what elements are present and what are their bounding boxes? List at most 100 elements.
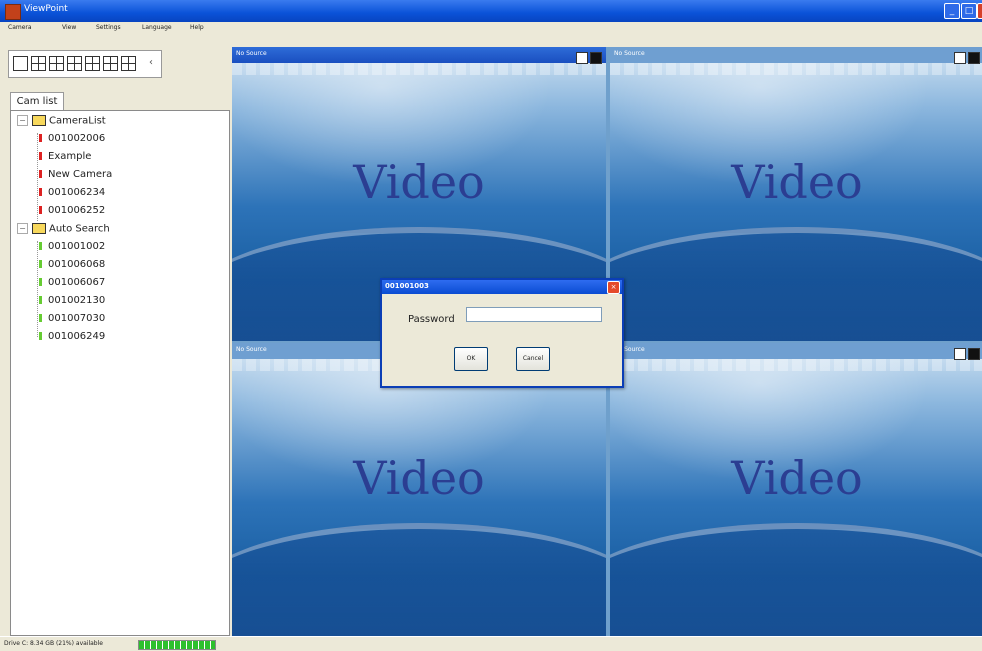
- drive-space-progress-fill: [139, 641, 215, 649]
- tree-item-camera[interactable]: Example: [39, 151, 91, 167]
- drive-status-text: Drive C: 8.34 GB (21%) available: [4, 640, 103, 647]
- camera-offline-icon: [39, 206, 42, 214]
- camera-online-icon: [39, 260, 42, 268]
- video-placeholder-text: Video: [353, 155, 485, 209]
- cancel-button[interactable]: Cancel: [516, 347, 550, 371]
- layout-2x2-button[interactable]: [31, 56, 46, 71]
- dialog-close-button[interactable]: ×: [607, 281, 620, 294]
- snapshot-icon[interactable]: [576, 52, 588, 64]
- camera-offline-icon: [39, 134, 42, 142]
- pane-decoration: [610, 523, 982, 637]
- close-button[interactable]: ×: [977, 3, 982, 19]
- record-icon[interactable]: [968, 52, 980, 64]
- tree-item-camera[interactable]: 001006252: [39, 205, 105, 221]
- layout-toolbar: ‹: [8, 50, 162, 78]
- camera-label: 001002006: [48, 133, 106, 144]
- menu-language[interactable]: Language: [142, 24, 172, 31]
- camera-tree: − CameraList 001002006 Example New Camera…: [10, 110, 230, 636]
- camera-offline-icon: [39, 170, 42, 178]
- maximize-button[interactable]: □: [961, 3, 977, 19]
- layout-1x1-button[interactable]: [13, 56, 28, 71]
- pane-decoration: [610, 227, 982, 341]
- collapse-icon[interactable]: −: [17, 115, 28, 126]
- menu-settings[interactable]: Settings: [96, 24, 121, 31]
- pane-header: No Source: [232, 47, 606, 64]
- tree-item-camera[interactable]: 001006067: [39, 277, 105, 293]
- tree-item-camera[interactable]: 001002006: [39, 133, 105, 149]
- layout-1plus7-button[interactable]: [103, 56, 118, 71]
- video-placeholder-text: Video: [731, 155, 863, 209]
- pane-title: No Source: [614, 50, 645, 57]
- pane-header: No Source: [610, 343, 982, 360]
- camera-online-icon: [39, 278, 42, 286]
- camera-offline-icon: [39, 152, 42, 160]
- menu-view[interactable]: View: [62, 24, 76, 31]
- speaker-icon[interactable]: ‹: [149, 57, 153, 68]
- camera-label: 001006252: [48, 205, 106, 216]
- password-input[interactable]: [466, 307, 602, 322]
- tree-item-camera[interactable]: 001007030: [39, 313, 105, 329]
- folder-icon: [32, 115, 46, 126]
- camera-label: 001002130: [48, 295, 106, 306]
- password-label: Password: [408, 314, 455, 325]
- pane-decoration: [610, 63, 982, 75]
- video-placeholder-text: Video: [353, 451, 485, 505]
- tree-root-label: Auto Search: [49, 223, 110, 235]
- camera-label: 001007030: [48, 313, 106, 324]
- tab-cam-list[interactable]: Cam list: [10, 92, 64, 111]
- folder-icon: [32, 223, 46, 234]
- camera-online-icon: [39, 242, 42, 250]
- menu-bar: Camera View Settings Language Help: [0, 22, 982, 36]
- status-bar: Drive C: 8.34 GB (21%) available: [0, 636, 982, 651]
- pane-decoration: [232, 523, 606, 637]
- layout-3x3-button[interactable]: [49, 56, 64, 71]
- camera-label: 001001002: [48, 241, 106, 252]
- tree-root-autosearch[interactable]: − Auto Search: [17, 223, 110, 239]
- minimize-button[interactable]: _: [944, 3, 960, 19]
- password-dialog: 001001003 × Password OK Cancel: [380, 278, 624, 388]
- pane-header: No Source: [610, 47, 982, 64]
- tree-item-camera[interactable]: 001001002: [39, 241, 105, 257]
- record-icon[interactable]: [968, 348, 980, 360]
- drive-space-progress: [138, 640, 216, 650]
- snapshot-icon[interactable]: [954, 348, 966, 360]
- dialog-titlebar[interactable]: 001001003 ×: [382, 280, 622, 294]
- video-pane-2[interactable]: No Source Video: [610, 47, 982, 341]
- dialog-title: 001001003: [385, 282, 429, 290]
- collapse-icon[interactable]: −: [17, 223, 28, 234]
- tree-item-camera[interactable]: 001006234: [39, 187, 105, 203]
- menu-help[interactable]: Help: [190, 24, 204, 31]
- layout-16-button[interactable]: [121, 56, 136, 71]
- tree-item-camera[interactable]: New Camera: [39, 169, 112, 185]
- camera-label: Example: [48, 151, 92, 162]
- layout-1plus5-button[interactable]: [85, 56, 100, 71]
- tree-item-camera[interactable]: 001002130: [39, 295, 105, 311]
- pane-decoration: [232, 63, 606, 75]
- tree-root-cameralist[interactable]: − CameraList: [17, 115, 106, 131]
- record-icon[interactable]: [590, 52, 602, 64]
- tree-root-label: CameraList: [49, 115, 106, 127]
- camera-label: 001006068: [48, 259, 106, 270]
- window-titlebar[interactable]: ViewPoint _ □ ×: [0, 0, 982, 22]
- camera-offline-icon: [39, 188, 42, 196]
- camera-online-icon: [39, 314, 42, 322]
- window-title: ViewPoint: [24, 4, 68, 14]
- snapshot-icon[interactable]: [954, 52, 966, 64]
- app-icon: [5, 4, 21, 20]
- camera-online-icon: [39, 332, 42, 340]
- ok-button[interactable]: OK: [454, 347, 488, 371]
- layout-4x4-button[interactable]: [67, 56, 82, 71]
- video-pane-4[interactable]: No Source Video: [610, 343, 982, 637]
- camera-label: New Camera: [48, 169, 113, 180]
- menu-camera[interactable]: Camera: [8, 24, 32, 31]
- camera-label: 001006234: [48, 187, 106, 198]
- camera-online-icon: [39, 296, 42, 304]
- pane-decoration: [610, 359, 982, 371]
- tree-item-camera[interactable]: 001006249: [39, 331, 105, 347]
- camera-label: 001006067: [48, 277, 106, 288]
- pane-title: No Source: [236, 346, 267, 353]
- camera-label: 001006249: [48, 331, 106, 342]
- tree-item-camera[interactable]: 001006068: [39, 259, 105, 275]
- video-placeholder-text: Video: [731, 451, 863, 505]
- pane-title: No Source: [236, 50, 267, 57]
